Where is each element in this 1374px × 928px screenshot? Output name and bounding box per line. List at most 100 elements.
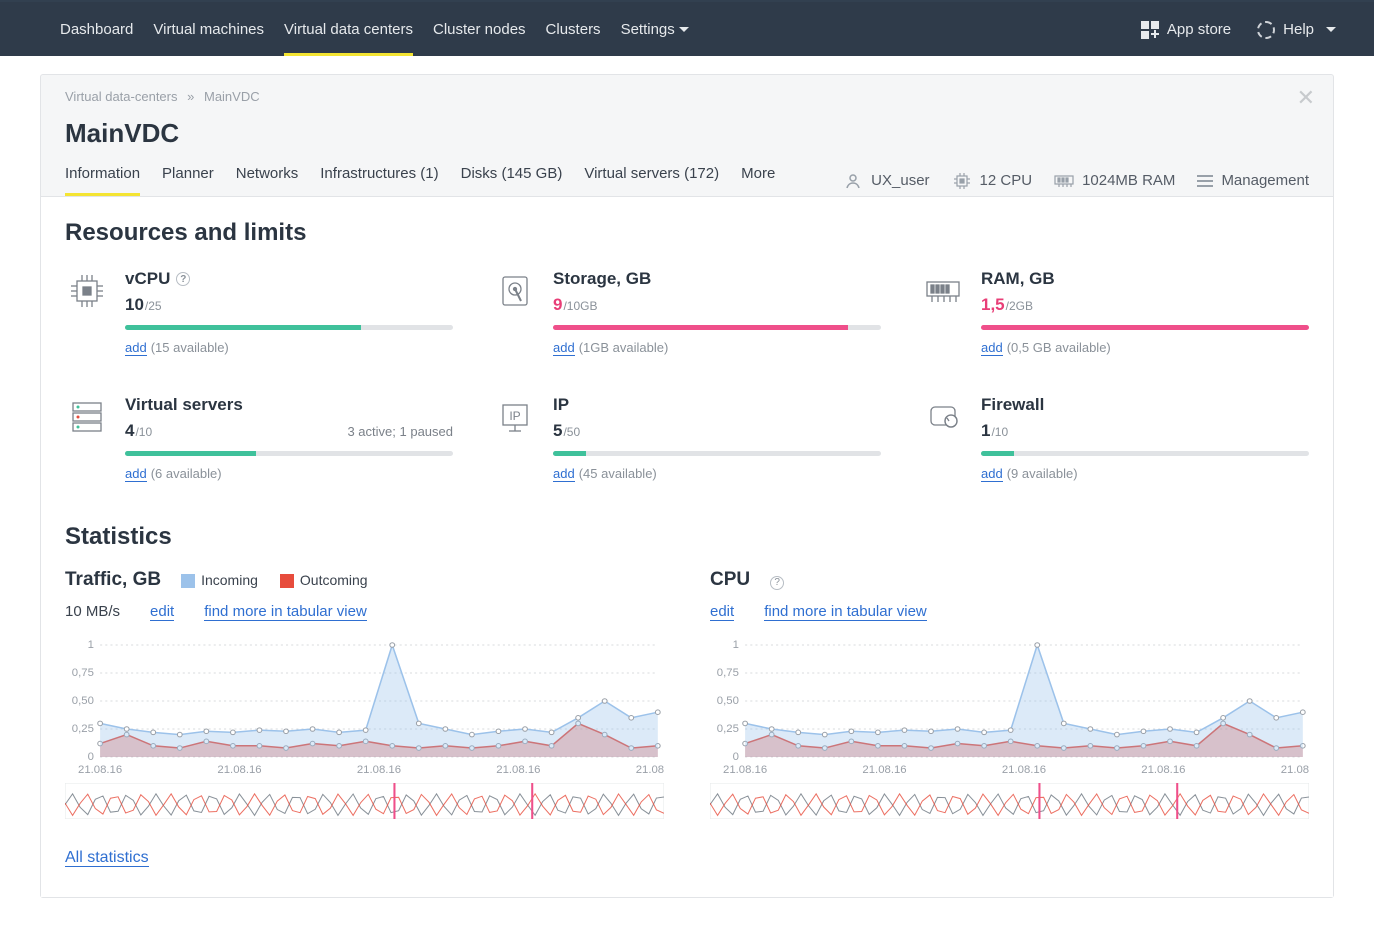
help-link[interactable]: Help <box>1257 21 1336 39</box>
resource-available: (15 available) <box>151 340 229 355</box>
resource-available: (0,5 GB available) <box>1007 340 1111 355</box>
tab-planner[interactable]: Planner <box>162 165 214 196</box>
resource-available: (9 available) <box>1007 466 1078 481</box>
legend-label-outcoming: Outcoming <box>300 572 368 588</box>
resource-available: (1GB available) <box>579 340 669 355</box>
vdc-panel: Virtual data-centers » MainVDC ✕ MainVDC… <box>40 74 1334 898</box>
cpu-edit-link[interactable]: edit <box>710 603 734 621</box>
appstore-icon <box>1141 21 1159 39</box>
svg-text:1: 1 <box>88 639 94 651</box>
svg-text:21.08.16: 21.08.16 <box>862 764 906 776</box>
management-label: Management <box>1221 172 1309 189</box>
svg-text:21.08.16: 21.08.16 <box>217 764 261 776</box>
chevron-down-icon <box>1326 27 1336 32</box>
resource-value: 4/10 <box>125 421 152 441</box>
add-ip-link[interactable]: add <box>553 466 575 482</box>
breadcrumb: Virtual data-centers » MainVDC <box>65 89 1309 104</box>
info-icon[interactable]: ? <box>176 272 190 286</box>
app-store-label: App store <box>1167 21 1231 38</box>
app-store-link[interactable]: App store <box>1141 21 1231 39</box>
nav-item-cluster-nodes[interactable]: Cluster nodes <box>423 3 536 56</box>
resource-card-firewall: Firewall 1/10 add (9 available) <box>921 395 1309 481</box>
svg-text:0,50: 0,50 <box>72 695 94 707</box>
tab-disks[interactable]: Disks (145 GB) <box>461 165 563 196</box>
nav-item-virtual-machines[interactable]: Virtual machines <box>143 3 274 56</box>
resource-value: 1/10 <box>981 421 1008 441</box>
menu-icon <box>1197 175 1213 187</box>
traffic-chart: 00,250,500,75121.08.1621.08.1621.08.1621… <box>65 639 664 779</box>
tab-virtual[interactable]: Virtual servers (172) <box>584 165 719 196</box>
meta-user[interactable]: UX_user <box>843 171 929 191</box>
resource-bar <box>125 325 453 330</box>
chevron-down-icon <box>679 27 689 32</box>
add-firewall-link[interactable]: add <box>981 466 1003 482</box>
resource-value: 1,5/2GB <box>981 295 1033 315</box>
resource-title: Firewall <box>981 395 1044 415</box>
tab-information[interactable]: Information <box>65 165 140 196</box>
resource-title: RAM, GB <box>981 269 1055 289</box>
traffic-edit-link[interactable]: edit <box>150 603 174 621</box>
svg-text:1: 1 <box>733 639 739 651</box>
traffic-tabular-link[interactable]: find more in tabular view <box>204 603 367 621</box>
add-ram-link[interactable]: add <box>981 340 1003 356</box>
add-vcpu-link[interactable]: add <box>125 340 147 356</box>
breadcrumb-root[interactable]: Virtual data-centers <box>65 89 178 104</box>
svg-text:21.08.16: 21.08.16 <box>723 764 767 776</box>
add-vservers-link[interactable]: add <box>125 466 147 482</box>
resource-bar <box>981 325 1309 330</box>
user-icon <box>843 171 863 191</box>
legend-color-outcoming <box>280 574 294 588</box>
nav-item-clusters[interactable]: Clusters <box>536 3 611 56</box>
meta-user-label: UX_user <box>871 172 929 189</box>
svg-text:21.08.16: 21.08.16 <box>1141 764 1185 776</box>
svg-text:21.08.16: 21.08.16 <box>357 764 401 776</box>
resource-bar <box>553 451 881 456</box>
help-label: Help <box>1283 21 1314 38</box>
traffic-legend: Incoming Outcoming <box>181 572 368 588</box>
all-statistics-link[interactable]: All statistics <box>65 849 149 867</box>
resource-bar <box>553 325 881 330</box>
nav-item-settings[interactable]: Settings <box>611 3 699 56</box>
cpu-chart-title: CPU <box>710 569 750 591</box>
nav-item-dashboard[interactable]: Dashboard <box>50 3 143 56</box>
vcpu-icon <box>65 269 109 313</box>
tab-more[interactable]: More <box>741 165 775 196</box>
ip-icon: IP <box>493 395 537 439</box>
resource-bar <box>981 451 1309 456</box>
legend-label-incoming: Incoming <box>201 572 258 588</box>
cpu-icon <box>952 171 972 191</box>
cpu-chart-block: CPU ? edit find more in tabular view 0 0,… <box>710 569 1309 819</box>
svg-text:0,75: 0,75 <box>717 667 739 679</box>
resources-title: Resources and limits <box>65 219 1309 247</box>
resource-card-vservers: Virtual servers4/103 active; 1 pausedadd… <box>65 395 453 481</box>
add-storage-link[interactable]: add <box>553 340 575 356</box>
tab-networks[interactable]: Networks <box>236 165 299 196</box>
vservers-icon <box>65 395 109 439</box>
close-icon[interactable]: ✕ <box>1297 85 1315 111</box>
meta-ram: 1024MB RAM <box>1054 171 1175 191</box>
resource-value: 10/25 <box>125 295 162 315</box>
traffic-rate: 10 MB/s <box>65 603 120 620</box>
resource-available: (6 available) <box>151 466 222 481</box>
resource-card-ip: IPIP5/50add(45 available) <box>493 395 881 481</box>
cpu-sparkline[interactable] <box>710 783 1309 819</box>
cpu-tabular-link[interactable]: find more in tabular view <box>764 603 927 621</box>
traffic-chart-block: Traffic, GB Incoming Outcoming 10 MB/s e… <box>65 569 664 819</box>
svg-text:21.08.16: 21.08.16 <box>1002 764 1046 776</box>
top-nav: DashboardVirtual machinesVirtual data ce… <box>0 3 1374 56</box>
storage-icon <box>493 269 537 313</box>
svg-text:0: 0 <box>733 751 739 763</box>
info-icon[interactable]: ? <box>770 576 784 590</box>
tab-infrastructures[interactable]: Infrastructures (1) <box>320 165 438 196</box>
traffic-chart-title: Traffic, GB <box>65 569 161 591</box>
resource-bar <box>125 451 453 456</box>
management-link[interactable]: Management <box>1197 172 1309 189</box>
resource-value: 9/10GB <box>553 295 598 315</box>
help-icon <box>1257 21 1275 39</box>
ram-icon <box>921 269 965 313</box>
nav-item-virtual-data-centers[interactable]: Virtual data centers <box>274 3 423 56</box>
meta-cpu-label: 12 CPU <box>980 172 1033 189</box>
resource-card-vcpu: vCPU?10/25add(15 available) <box>65 269 453 355</box>
traffic-sparkline[interactable] <box>65 783 664 819</box>
svg-text:0,25: 0,25 <box>717 723 739 735</box>
